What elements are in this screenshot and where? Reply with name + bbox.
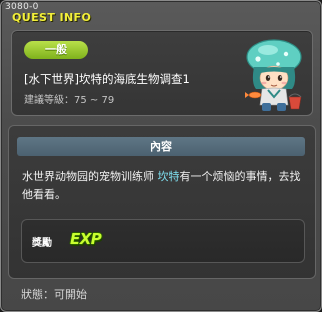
quest-header-panel: 一般 [水下世界]坎特的海底生物调查1 建議等級：75 ~ 79 bbox=[11, 30, 313, 116]
status-label: 狀態： bbox=[21, 288, 54, 301]
quest-category-badge: 一般 bbox=[24, 41, 88, 59]
npc-portrait-icon bbox=[245, 39, 302, 111]
recommend-level-label: 建議等級： bbox=[24, 95, 74, 106]
quest-title: [水下世界]坎特的海底生物调查1 bbox=[24, 72, 190, 86]
npc-name-link[interactable]: 坎特 bbox=[158, 170, 180, 183]
content-section-header: 內容 bbox=[17, 137, 305, 156]
quest-status: 狀態：可開始 bbox=[21, 286, 87, 302]
quest-info-window: 3080-0 QUEST INFO 一般 [水下世界]坎特的海底生物调查1 建議… bbox=[0, 0, 322, 312]
recommend-level: 建議等級：75 ~ 79 bbox=[24, 91, 114, 106]
quest-description: 水世界动物园的宠物训练师 坎特有一个烦恼的事情，去找他看看。 bbox=[22, 168, 308, 204]
reward-box: 獎勵 EXP bbox=[21, 219, 305, 263]
description-text-before: 水世界动物园的宠物训练师 bbox=[22, 170, 158, 183]
exp-reward-icon: EXP bbox=[70, 230, 102, 248]
quest-body-panel: 內容 水世界动物园的宠物训练师 坎特有一个烦恼的事情，去找他看看。 獎勵 EXP bbox=[8, 125, 316, 279]
recommend-level-range: 75 ~ 79 bbox=[74, 95, 115, 106]
reward-label: 獎勵 bbox=[32, 238, 52, 249]
status-value: 可開始 bbox=[54, 288, 87, 301]
window-title[interactable]: QUEST INFO bbox=[12, 11, 91, 24]
